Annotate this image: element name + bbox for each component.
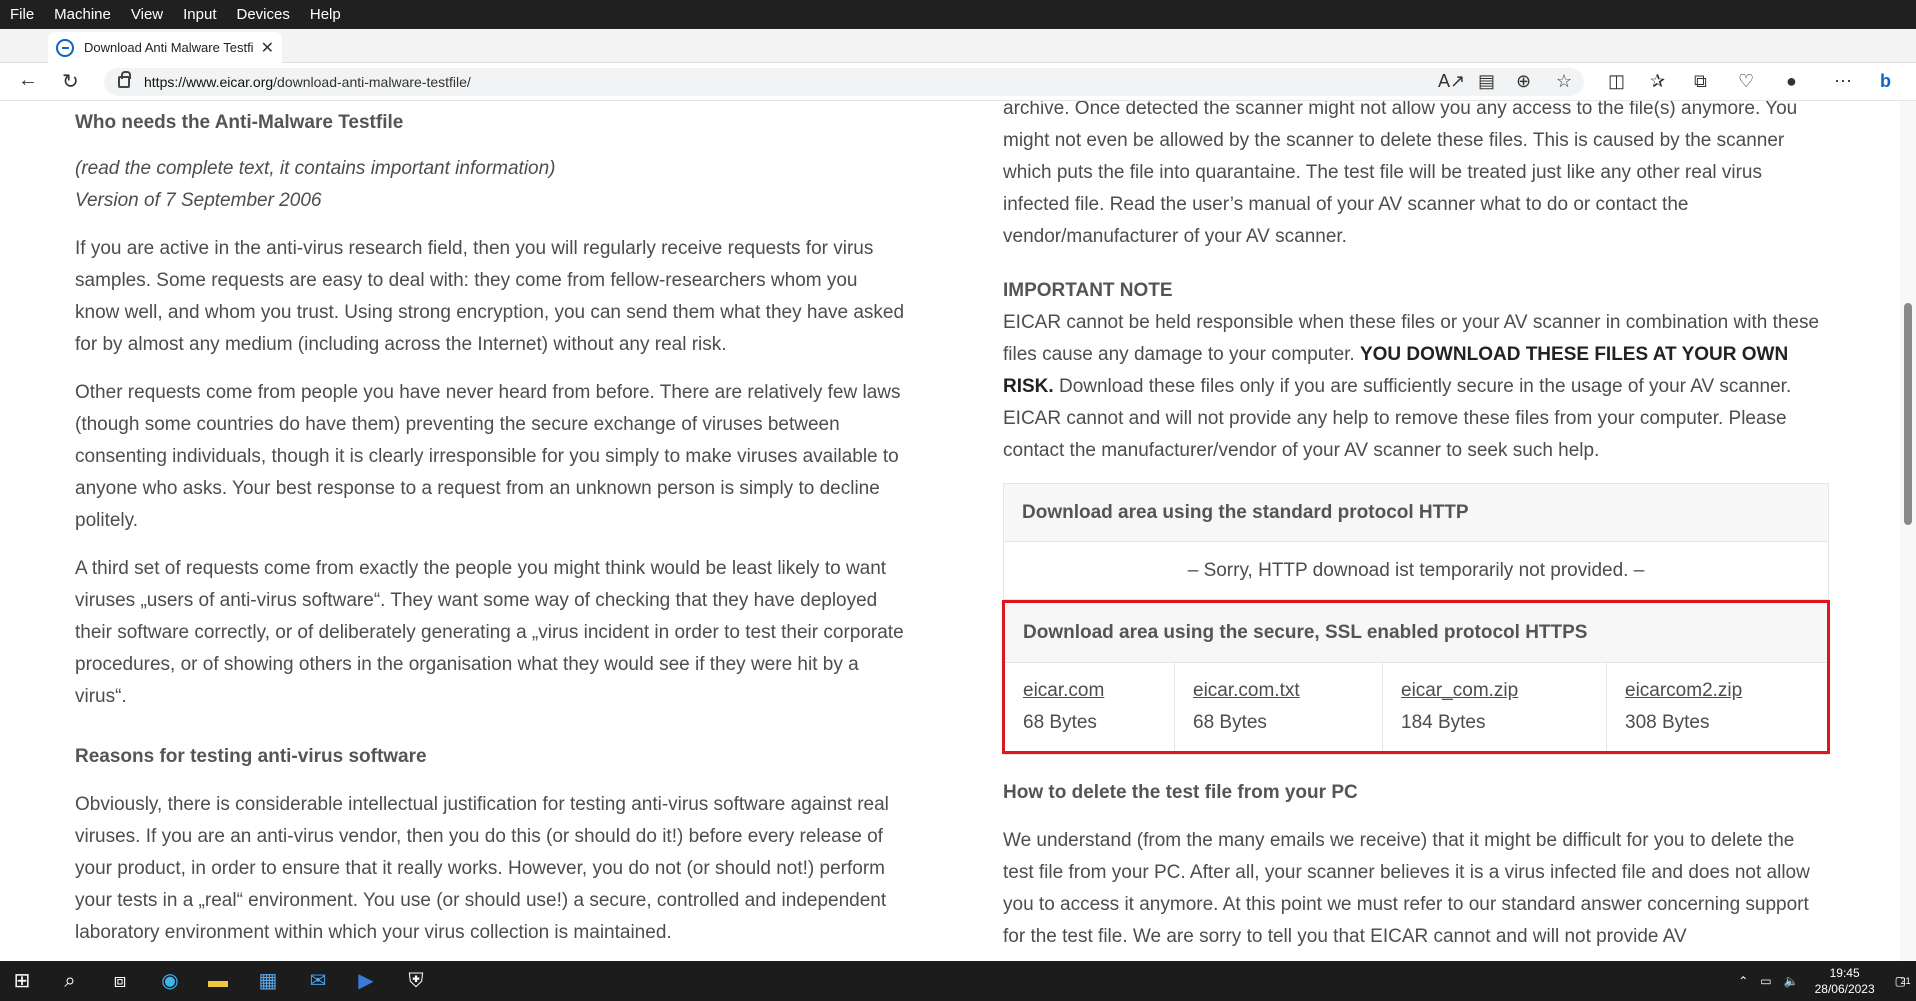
- browser-essentials-icon[interactable]: ♡: [1738, 71, 1754, 92]
- read-aloud-icon[interactable]: A↗: [1438, 71, 1465, 92]
- version-note: Version of 7 September 2006: [75, 190, 322, 211]
- file-list: eicar.com 68 Bytes eicar.com.txt 68 Byte…: [1005, 663, 1827, 751]
- file-cell: eicar_com.zip 184 Bytes: [1383, 663, 1607, 751]
- store-icon[interactable]: ▦: [256, 969, 280, 993]
- file-cell: eicarcom2.zip 308 Bytes: [1607, 663, 1827, 751]
- notification-count: 21: [1900, 976, 1911, 986]
- file-cell: eicar.com.txt 68 Bytes: [1175, 663, 1383, 751]
- vm-menu-bar: File Machine View Input Devices Help: [0, 0, 1916, 29]
- defender-shield-icon[interactable]: ⛨: [404, 969, 428, 993]
- file-size: 68 Bytes: [1193, 712, 1267, 733]
- https-highlight-box: Download area using the secure, SSL enab…: [1002, 600, 1830, 754]
- menu-devices[interactable]: Devices: [227, 6, 300, 23]
- note-text-b: Download these files only if you are suf…: [1003, 376, 1792, 461]
- profile-avatar-icon[interactable]: ●: [1786, 71, 1797, 92]
- download-link-eicar-com-zip[interactable]: eicar_com.zip: [1401, 680, 1518, 701]
- scrollbar-thumb[interactable]: [1904, 303, 1912, 525]
- paragraph: Other requests come from people you have…: [75, 382, 901, 531]
- paragraph: archive. Once detected the scanner might…: [1003, 101, 1798, 247]
- page-content: Who needs the Anti-Malware Testfile (rea…: [0, 101, 1900, 961]
- bing-copilot-icon[interactable]: b: [1880, 71, 1891, 92]
- url-path: /download-anti-malware-testfile/: [273, 74, 471, 90]
- heading-delete: How to delete the test file from your PC: [1003, 782, 1358, 803]
- tab-download-testfile[interactable]: Download Anti Malware Testfile ✕: [48, 32, 282, 63]
- paragraph: If you are active in the anti-virus rese…: [75, 238, 905, 355]
- menu-machine[interactable]: Machine: [44, 6, 121, 23]
- http-header: Download area using the standard protoco…: [1004, 484, 1828, 542]
- important-note-title: IMPORTANT NOTE: [1003, 280, 1173, 301]
- download-table: Download area using the standard protoco…: [1002, 483, 1830, 755]
- tray-volume-icon[interactable]: 🔈: [1784, 974, 1799, 988]
- tab-strip: ▣ Download Anti Malware Testfile ✕ ＋ — ❐…: [0, 29, 1916, 90]
- immersive-reader-icon[interactable]: ▤: [1478, 71, 1495, 92]
- edge-taskbar-icon[interactable]: ◉: [158, 969, 182, 993]
- powershell-icon[interactable]: ▶: [354, 969, 378, 993]
- favorites-icon[interactable]: ✰: [1650, 71, 1665, 92]
- paragraph: Obviously, there is considerable intelle…: [75, 794, 889, 943]
- lock-icon[interactable]: [118, 71, 131, 88]
- download-link-eicar-com-txt[interactable]: eicar.com.txt: [1193, 680, 1300, 701]
- refresh-icon[interactable]: ↻: [62, 69, 79, 94]
- menu-file[interactable]: File: [0, 6, 44, 23]
- heading-who-needs: Who needs the Anti-Malware Testfile: [75, 112, 404, 133]
- zoom-icon[interactable]: ⊕: [1516, 71, 1531, 92]
- right-column: archive. Once detected the scanner might…: [1002, 101, 1830, 961]
- file-explorer-icon[interactable]: ▬: [206, 969, 230, 993]
- address-bar-row: ← ↻ https://www.eicar.org/download-anti-…: [0, 63, 1916, 101]
- more-options-icon[interactable]: ⋯: [1834, 71, 1852, 92]
- menu-input[interactable]: Input: [173, 6, 226, 23]
- https-header: Download area using the secure, SSL enab…: [1005, 603, 1827, 663]
- clock[interactable]: 19:45 28/06/2023: [1815, 965, 1875, 997]
- file-cell: eicar.com 68 Bytes: [1005, 663, 1175, 751]
- taskbar: ⊞ ⌕ ⧈ ◉ ▬ ▦ ✉ ▶ ⛨ ⌃ ▭ 🔈 19:45 28/06/2023…: [0, 961, 1916, 1001]
- tray-chevron-icon[interactable]: ⌃: [1738, 974, 1748, 988]
- important-note-text: EICAR cannot be held responsible when th…: [1003, 307, 1829, 467]
- tray-network-icon[interactable]: ▭: [1760, 974, 1771, 988]
- download-link-eicarcom2-zip[interactable]: eicarcom2.zip: [1625, 680, 1742, 701]
- collections-icon[interactable]: ⧉: [1694, 71, 1707, 92]
- menu-view[interactable]: View: [121, 6, 173, 23]
- task-view-icon[interactable]: ⧈: [108, 969, 132, 993]
- clock-time: 19:45: [1829, 966, 1860, 980]
- edge-favicon-icon: [56, 38, 74, 57]
- favorite-star-icon[interactable]: ☆: [1556, 71, 1572, 92]
- close-tab-icon[interactable]: ✕: [261, 38, 274, 58]
- windows-start-icon[interactable]: ⊞: [10, 969, 34, 993]
- http-note: – Sorry, HTTP downoad ist temporarily no…: [1004, 542, 1828, 600]
- paragraph: A third set of requests come from exactl…: [75, 558, 904, 707]
- back-icon[interactable]: ←: [18, 69, 38, 92]
- notification-center-icon[interactable]: ▢ 21: [1895, 974, 1911, 988]
- heading-reasons: Reasons for testing anti-virus software: [75, 746, 427, 767]
- split-screen-icon[interactable]: ◫: [1608, 71, 1625, 92]
- file-size: 308 Bytes: [1625, 712, 1710, 733]
- left-column: Who needs the Anti-Malware Testfile (rea…: [75, 101, 905, 961]
- mail-icon[interactable]: ✉: [306, 969, 330, 993]
- search-icon[interactable]: ⌕: [58, 969, 82, 993]
- download-link-eicar-com[interactable]: eicar.com: [1023, 680, 1104, 701]
- address-bar[interactable]: https://www.eicar.org/download-anti-malw…: [104, 68, 1584, 96]
- vertical-scrollbar[interactable]: [1900, 101, 1916, 961]
- system-tray: ⌃ ▭ 🔈 19:45 28/06/2023 ▢ 21: [1732, 961, 1911, 1001]
- clock-date: 28/06/2023: [1814, 982, 1875, 996]
- file-size: 184 Bytes: [1401, 712, 1486, 733]
- url-host: https://www.eicar.org: [144, 74, 274, 90]
- paragraph: We understand (from the many emails we r…: [1003, 830, 1810, 947]
- italic-note: (read the complete text, it contains imp…: [75, 158, 556, 179]
- menu-help[interactable]: Help: [300, 6, 351, 23]
- file-size: 68 Bytes: [1023, 712, 1097, 733]
- tab-title: Download Anti Malware Testfile: [84, 40, 253, 55]
